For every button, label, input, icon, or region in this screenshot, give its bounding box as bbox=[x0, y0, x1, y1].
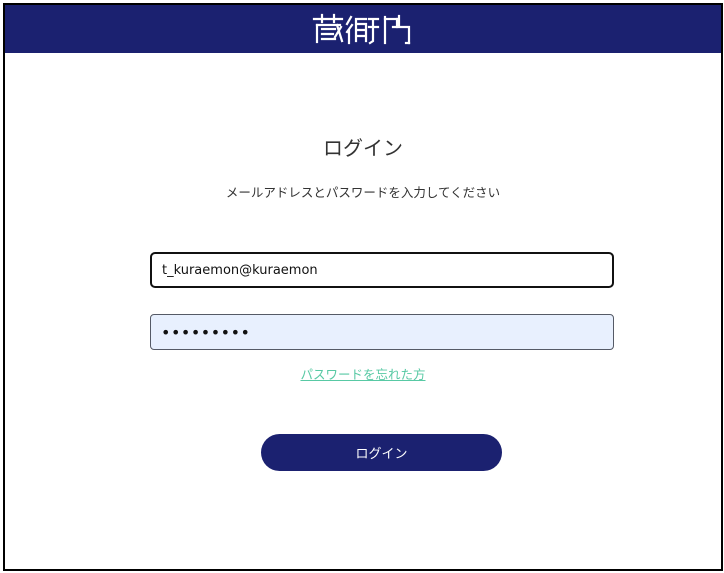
login-window: ログイン メールアドレスとパスワードを入力してください パスワードを忘れた方 ロ… bbox=[3, 3, 723, 571]
page-title: ログイン bbox=[323, 136, 403, 160]
email-field[interactable] bbox=[150, 252, 614, 288]
header-bar bbox=[5, 5, 721, 53]
password-field[interactable] bbox=[150, 314, 614, 350]
brand-logo bbox=[312, 13, 411, 45]
forgot-password-link[interactable]: パスワードを忘れた方 bbox=[5, 364, 721, 383]
login-button[interactable]: ログイン bbox=[261, 434, 502, 471]
instruction-text: メールアドレスとパスワードを入力してください bbox=[225, 185, 501, 200]
